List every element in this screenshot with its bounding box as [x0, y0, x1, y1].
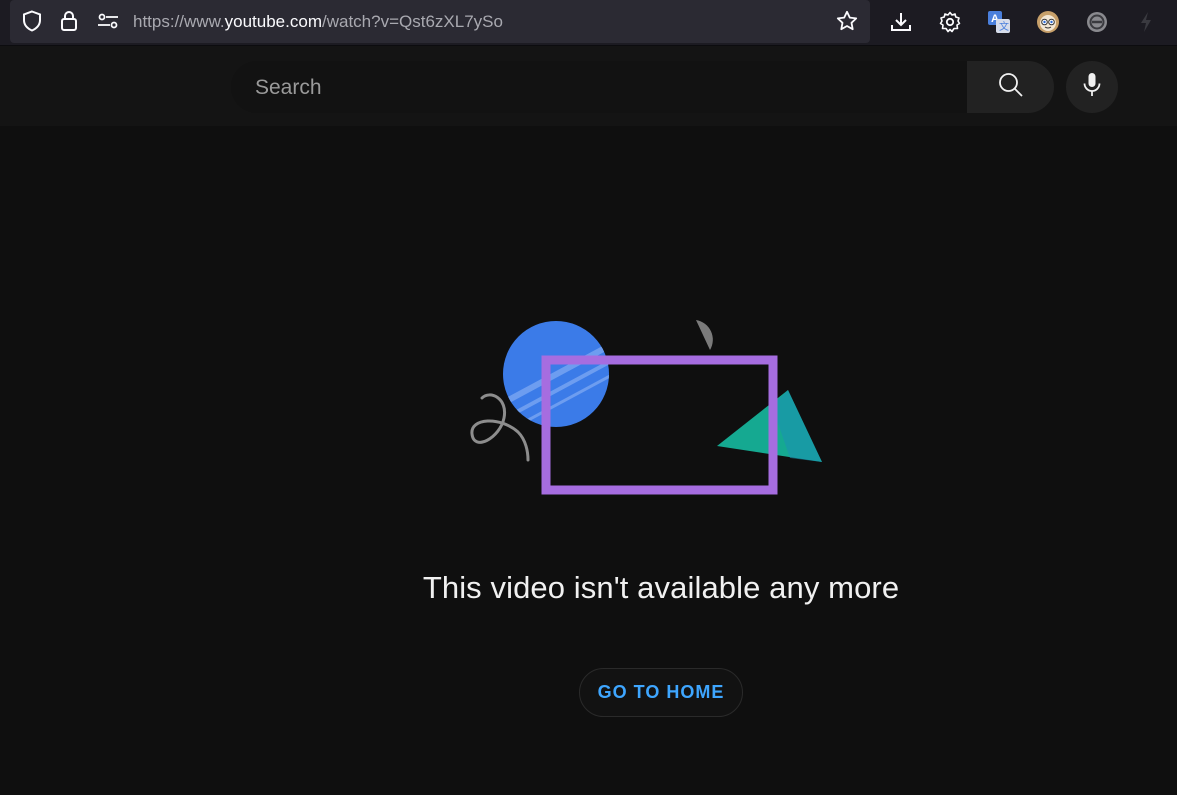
search-button[interactable]: [967, 61, 1054, 113]
search-box[interactable]: [231, 61, 967, 115]
translate-icon[interactable]: A文: [987, 10, 1011, 34]
url-text[interactable]: https://www.youtube.com/watch?v=Qst6zXL7…: [133, 12, 503, 32]
browser-toolbar: https://www.youtube.com/watch?v=Qst6zXL7…: [0, 0, 1177, 46]
lightning-icon[interactable]: [1134, 10, 1158, 34]
url-prefix: https://www.: [133, 12, 225, 31]
bookmark-star-icon[interactable]: [836, 10, 858, 32]
url-host: youtube.com: [224, 12, 322, 31]
illustration-half-disc: [696, 320, 713, 350]
permissions-icon[interactable]: [97, 10, 119, 32]
shield-icon[interactable]: [21, 10, 43, 32]
voice-search-button[interactable]: [1066, 61, 1118, 113]
address-bar[interactable]: https://www.youtube.com/watch?v=Qst6zXL7…: [10, 0, 870, 43]
blocker-icon[interactable]: [1085, 10, 1109, 34]
search-icon: [997, 71, 1025, 104]
svg-text:文: 文: [999, 20, 1009, 33]
masthead: [0, 46, 1177, 126]
download-icon[interactable]: [889, 10, 913, 34]
go-to-home-button[interactable]: GO TO HOME: [579, 668, 743, 717]
microphone-icon: [1082, 72, 1102, 103]
lock-icon[interactable]: [58, 10, 80, 32]
url-path: /watch?v=Qst6zXL7ySo: [321, 12, 503, 31]
gear-icon[interactable]: [938, 10, 962, 34]
error-message: This video isn't available any more: [422, 570, 900, 605]
search-input[interactable]: [253, 61, 957, 115]
extension-avatar-icon[interactable]: [1036, 10, 1060, 34]
unavailable-illustration: [470, 320, 822, 495]
